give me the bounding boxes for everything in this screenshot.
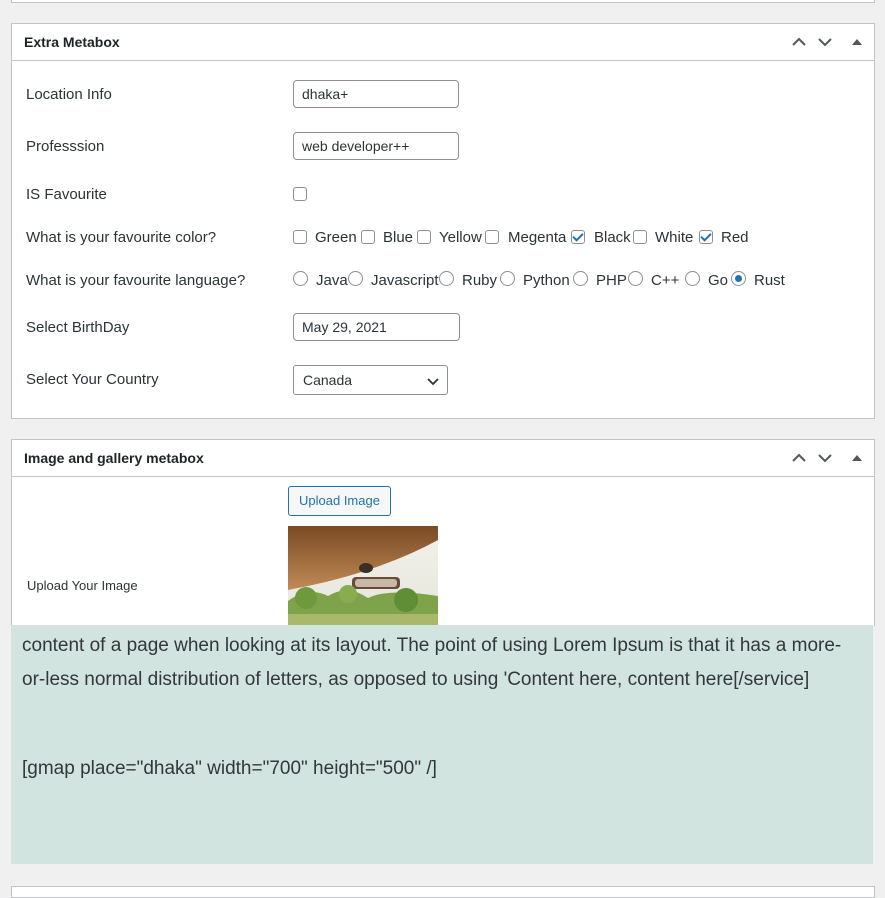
uploaded-image-thumbnail — [288, 526, 438, 625]
move-down-icon[interactable] — [816, 449, 834, 467]
image-metabox-title: Image and gallery metabox — [24, 450, 204, 466]
language-radio-ruby[interactable] — [439, 271, 454, 286]
next-metabox-edge — [11, 886, 875, 898]
color-option-label: Yellow — [439, 229, 482, 246]
color-checkbox-blue[interactable] — [361, 230, 375, 244]
color-checkbox-red[interactable] — [699, 230, 713, 244]
color-option-label: Black — [594, 229, 631, 246]
previous-metabox-edge — [11, 0, 875, 3]
language-radio-python[interactable] — [500, 271, 515, 286]
language-option-label: C++ — [651, 272, 680, 289]
location-input[interactable] — [293, 80, 459, 108]
move-down-icon[interactable] — [816, 33, 834, 51]
color-option-label: Megenta — [508, 229, 567, 246]
favourite-checkbox[interactable] — [293, 187, 307, 201]
country-select[interactable]: Canada — [293, 365, 448, 395]
language-radio-java[interactable] — [293, 271, 308, 286]
language-radio-javascript[interactable] — [348, 271, 363, 286]
color-option-label: Blue — [383, 229, 414, 246]
color-checkbox-green[interactable] — [293, 230, 307, 244]
language-option-label: Python — [523, 272, 570, 289]
location-label: Location Info — [26, 86, 112, 103]
color-label: What is your favourite color? — [26, 229, 217, 246]
profession-input[interactable] — [293, 132, 459, 160]
language-radio-cpp[interactable] — [628, 271, 643, 286]
language-label: What is your favourite language? — [26, 272, 246, 289]
collapse-toggle-icon[interactable] — [848, 449, 866, 467]
language-option-label: Ruby — [462, 272, 498, 289]
language-radio-php[interactable] — [573, 271, 588, 286]
language-option-label: Javascript — [371, 272, 439, 289]
image-metabox: Image and gallery metabox Upload Your Im… — [11, 439, 875, 626]
language-radio-go[interactable] — [685, 271, 700, 286]
color-option-label: Green — [315, 229, 357, 246]
extra-metabox-header[interactable]: Extra Metabox — [12, 24, 874, 61]
extra-metabox: Extra Metabox Location Info Professsion … — [11, 23, 875, 419]
content-shortcode: [gmap place="dhaka" width="700" height="… — [22, 758, 437, 779]
birthday-input[interactable] — [293, 313, 460, 341]
move-up-icon[interactable] — [790, 449, 808, 467]
language-option-label: PHP — [596, 272, 627, 289]
color-checkbox-yellow[interactable] — [417, 230, 431, 244]
image-metabox-header[interactable]: Image and gallery metabox — [12, 440, 874, 477]
color-checkbox-white[interactable] — [633, 230, 647, 244]
color-option-label: White — [655, 229, 694, 246]
chevron-down-icon — [426, 374, 440, 393]
extra-metabox-title: Extra Metabox — [24, 34, 120, 50]
language-option-label: Rust — [754, 272, 785, 289]
language-radio-rust[interactable] — [731, 271, 746, 286]
collapse-toggle-icon[interactable] — [848, 33, 866, 51]
birthday-label: Select BirthDay — [26, 319, 130, 336]
language-option-label: Java — [316, 272, 348, 289]
upload-image-label: Upload Your Image — [27, 578, 138, 593]
content-paragraph: content of a page when looking at its la… — [22, 635, 842, 690]
upload-image-button[interactable]: Upload Image — [288, 486, 391, 516]
country-select-value: Canada — [303, 372, 353, 388]
country-label: Select Your Country — [26, 371, 159, 388]
post-content-area[interactable]: content of a page when looking at its la… — [11, 625, 873, 864]
language-option-label: Go — [708, 272, 729, 289]
color-checkbox-black[interactable] — [571, 230, 585, 244]
profession-label: Professsion — [26, 138, 105, 155]
color-option-label: Red — [721, 229, 749, 246]
favourite-label: IS Favourite — [26, 186, 107, 203]
move-up-icon[interactable] — [790, 33, 808, 51]
color-checkbox-megenta[interactable] — [485, 230, 499, 244]
